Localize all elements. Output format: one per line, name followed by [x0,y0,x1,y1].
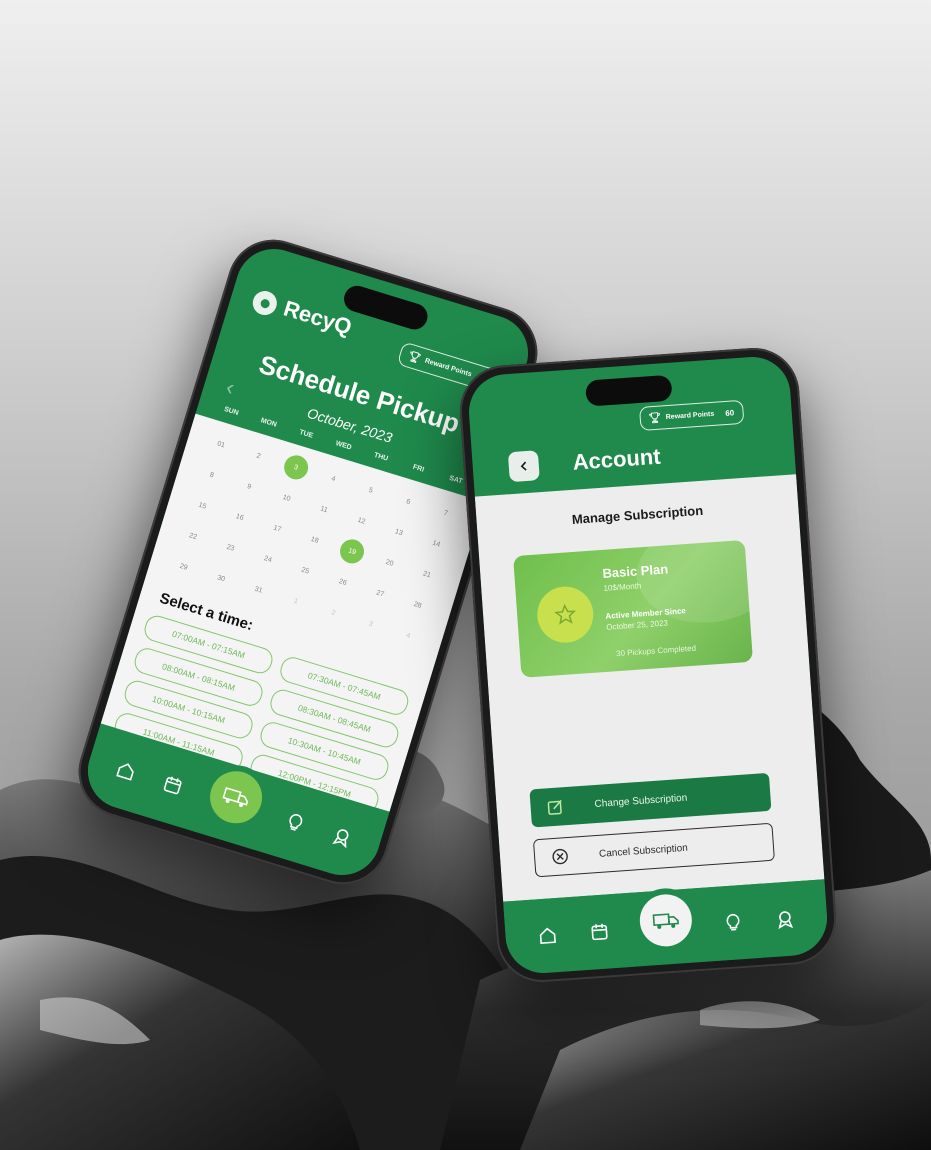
change-subscription-button[interactable]: Change Subscription [529,772,772,828]
home-icon[interactable] [113,757,140,784]
calendar-day[interactable]: 19 [337,536,368,567]
lightbulb-icon[interactable] [721,911,744,934]
weekday-label: SUN [223,405,240,417]
truck-icon [652,913,679,929]
weekday-label: WED [334,440,353,452]
page-title: Account [571,443,662,475]
reward-points-chip[interactable]: Reward Points 60 [638,399,744,431]
calendar-icon[interactable] [159,772,186,799]
badge-icon[interactable] [773,907,796,930]
back-button[interactable] [507,450,540,483]
change-subscription-label: Change Subscription [594,792,688,810]
plan-price: 10$/Month [603,581,642,593]
phone-account: Reward Points 60 Account Manage Subscrip… [456,344,840,986]
edit-icon [547,799,562,815]
cancel-subscription-label: Cancel Subscription [598,842,689,860]
cancel-subscription-button[interactable]: Cancel Subscription [532,822,775,878]
account-screen: Reward Points 60 Account Manage Subscrip… [466,354,830,976]
scene: RecyQ Reward Points 60 Schedule Pickup ‹… [0,0,931,1150]
dynamic-island [585,374,673,407]
badge-icon[interactable] [328,823,355,850]
reward-label: Reward Points [424,357,473,378]
schedule-pickup-nav-button[interactable] [638,892,694,949]
weekday-label: FRI [411,463,425,474]
reward-value: 60 [724,407,735,418]
calendar-day[interactable]: 3 [281,452,311,483]
calendar-day[interactable]: 2 [236,439,280,473]
weekday-label: MON [259,417,278,429]
close-circle-icon [552,848,568,865]
schedule-pickup-nav-button[interactable] [203,764,269,830]
calendar-day[interactable]: 7 [423,496,467,530]
calendar-day[interactable]: 28 [395,588,439,622]
pickups-completed: 30 Pickups Completed [615,643,697,659]
plan-badge [535,584,596,645]
reward-label: Reward Points [665,410,715,421]
member-since-label: Active Member Since [605,606,687,621]
weekday-label: THU [373,451,389,463]
star-icon [554,603,576,625]
weekday-label: TUE [298,428,314,440]
section-title: Manage Subscription [571,502,704,527]
calendar-day[interactable]: 21 [405,557,449,591]
trophy-icon [410,350,422,363]
truck-icon [222,787,249,808]
calendar-day[interactable]: 18 [292,523,336,557]
lightbulb-icon[interactable] [281,809,308,836]
home-icon[interactable] [536,924,559,947]
plan-card[interactable]: Basic Plan 10$/Month Active Member Since… [513,539,754,678]
chevron-left-icon [520,461,527,471]
account-body: Manage Subscription Basic Plan 10$/Month… [474,474,825,902]
calendar-day[interactable]: 4 [386,618,430,652]
trophy-icon [649,412,660,424]
calendar-icon[interactable] [588,920,611,943]
avatar[interactable] [249,288,280,319]
member-since-date: October 25, 2023 [605,618,669,632]
calendar-day[interactable]: 14 [414,527,458,561]
